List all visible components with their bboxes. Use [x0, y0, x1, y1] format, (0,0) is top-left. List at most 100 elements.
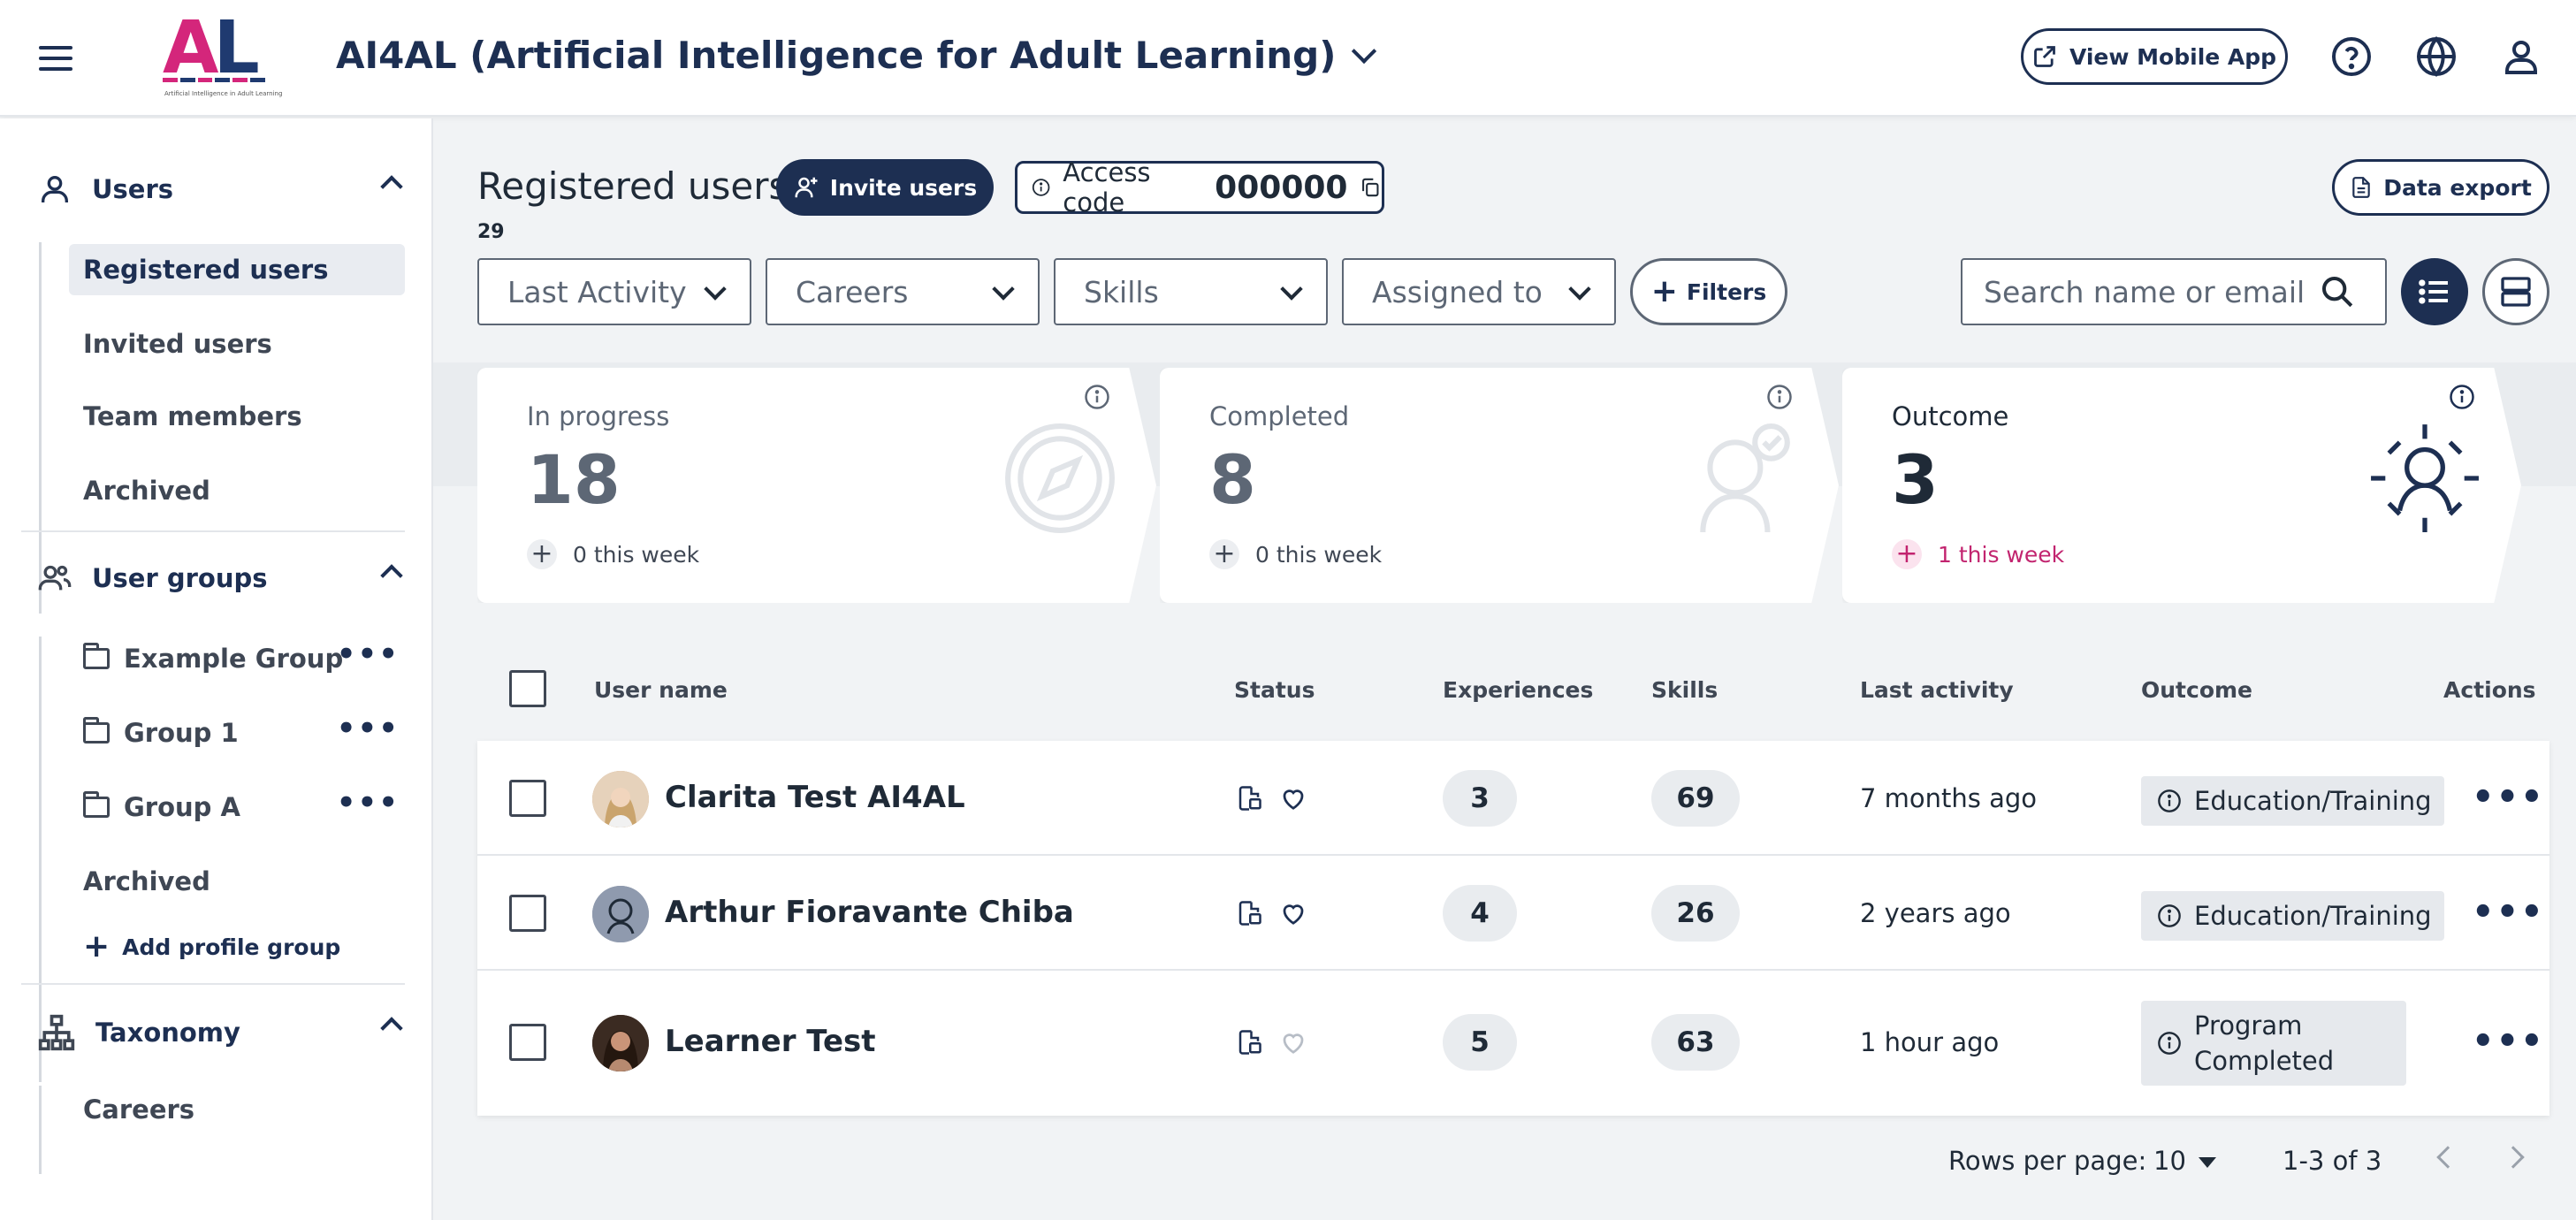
sidebar-section-users[interactable]: Users — [37, 172, 408, 207]
document-badge-icon — [1238, 786, 1261, 811]
assigned-to-select[interactable]: Assigned to — [1342, 258, 1616, 325]
organization-selector[interactable]: AI4AL (Artificial Intelligence for Adult… — [336, 34, 1377, 77]
last-activity-select[interactable]: Last Activity — [477, 258, 751, 325]
outcome-badge: Education/Training — [2141, 891, 2444, 941]
table-row[interactable]: Clarita Test AI4AL 3 69 7 months ago Edu… — [477, 741, 2549, 856]
list-view-button[interactable] — [2401, 258, 2468, 325]
column-header-skills[interactable]: Skills — [1651, 677, 1718, 703]
data-export-button[interactable]: Data export — [2332, 159, 2549, 216]
plus-icon: + — [1209, 539, 1239, 569]
previous-page-icon[interactable] — [2436, 1146, 2459, 1169]
column-header-last-activity[interactable]: Last activity — [1860, 677, 2014, 703]
row-actions-icon[interactable]: ••• — [2472, 895, 2545, 930]
heart-outline-icon — [1283, 1033, 1304, 1054]
sidebar-item-invited-users[interactable]: Invited users — [69, 318, 405, 370]
chevron-down-icon — [1568, 278, 1591, 301]
user-icon[interactable] — [2500, 35, 2542, 78]
chevron-up-icon — [380, 564, 403, 587]
search-icon[interactable] — [2320, 274, 2355, 309]
info-icon — [2158, 789, 2181, 812]
experiences-count: 4 — [1443, 885, 1517, 942]
avatar — [592, 771, 649, 827]
help-icon[interactable] — [2330, 35, 2373, 78]
skills-select[interactable]: Skills — [1054, 258, 1328, 325]
invite-users-button[interactable]: Invite users — [776, 159, 994, 216]
more-options-icon[interactable]: ••• — [337, 788, 400, 818]
more-options-icon[interactable]: ••• — [337, 713, 400, 743]
users-table: Clarita Test AI4AL 3 69 7 months ago Edu… — [477, 741, 2549, 1116]
add-user-icon — [795, 177, 818, 198]
last-activity: 1 hour ago — [1860, 1027, 2000, 1057]
table-row[interactable]: Learner Test 5 63 1 hour ago Program Com… — [477, 971, 2549, 1116]
view-mobile-app-button[interactable]: View Mobile App — [2021, 28, 2288, 85]
access-code-box: Access code 000000 — [1015, 157, 1384, 217]
select-all-checkbox[interactable] — [509, 670, 546, 707]
card-view-button[interactable] — [2482, 258, 2549, 325]
ai4al-logo[interactable]: AL Artificial Intelligence in Adult Lear… — [163, 12, 282, 101]
info-icon — [2158, 904, 2181, 927]
row-checkbox[interactable] — [509, 1024, 546, 1061]
stat-card-in-progress[interactable]: In progress 18 +0 this week — [477, 368, 1156, 603]
chevron-down-icon — [992, 278, 1015, 301]
stat-card-completed[interactable]: Completed 8 +0 this week — [1160, 368, 1839, 603]
experiences-count: 3 — [1443, 770, 1517, 827]
table-row[interactable]: Arthur Fioravante Chiba 4 26 2 years ago… — [477, 856, 2549, 971]
sidebar-section-taxonomy[interactable]: Taxonomy — [37, 1013, 408, 1052]
focus-person-icon — [2371, 424, 2479, 532]
row-checkbox[interactable] — [509, 780, 546, 817]
sidebar-item-archived-users[interactable]: Archived — [69, 465, 405, 516]
skills-count: 63 — [1651, 1014, 1740, 1071]
organization-title: AI4AL (Artificial Intelligence for Adult… — [336, 34, 1337, 77]
user-name[interactable]: Arthur Fioravante Chiba — [665, 895, 1074, 930]
top-bar: AL Artificial Intelligence in Adult Lear… — [0, 0, 2576, 117]
add-profile-group-button[interactable]: + Add profile group — [83, 931, 340, 963]
last-activity: 2 years ago — [1860, 898, 2011, 928]
document-badge-icon — [1238, 1030, 1261, 1055]
column-header-outcome[interactable]: Outcome — [2141, 677, 2252, 703]
chevron-down-icon — [704, 278, 727, 301]
experiences-count: 5 — [1443, 1014, 1517, 1071]
filters-button[interactable]: + Filters — [1630, 258, 1787, 325]
column-header-user-name[interactable]: User name — [594, 677, 728, 703]
sidebar: Users Registered users Invited users Tea… — [0, 118, 433, 1220]
row-checkbox[interactable] — [509, 895, 546, 932]
document-icon — [2352, 177, 2370, 198]
plus-icon: + — [527, 539, 557, 569]
user-name[interactable]: Learner Test — [665, 1024, 876, 1059]
chevron-up-icon — [380, 175, 403, 198]
sidebar-item-registered-users[interactable]: Registered users — [69, 244, 405, 295]
user-group-icon — [38, 565, 72, 591]
stat-card-outcome[interactable]: Outcome 3 +1 this week — [1842, 368, 2521, 603]
info-icon[interactable] — [1084, 384, 1110, 410]
user-name[interactable]: Clarita Test AI4AL — [665, 780, 965, 815]
column-header-status[interactable]: Status — [1234, 677, 1315, 703]
outcome-badge: Program Completed — [2141, 1001, 2406, 1086]
menu-icon[interactable] — [39, 41, 72, 76]
plus-icon: + — [1650, 273, 1678, 309]
sidebar-item-group-a[interactable]: Group A ••• — [69, 782, 405, 833]
chevron-down-icon — [1280, 278, 1303, 301]
row-actions-icon[interactable]: ••• — [2472, 1024, 2545, 1059]
sidebar-item-team-members[interactable]: Team members — [69, 391, 405, 442]
info-icon[interactable] — [2449, 384, 2475, 410]
search-box — [1961, 258, 2387, 325]
next-page-icon[interactable] — [2502, 1146, 2525, 1169]
search-input[interactable] — [1984, 274, 2320, 309]
sidebar-item-group-1[interactable]: Group 1 ••• — [69, 707, 405, 759]
info-icon[interactable] — [1766, 384, 1793, 410]
row-actions-icon[interactable]: ••• — [2472, 780, 2545, 815]
sidebar-section-user-groups[interactable]: User groups — [37, 560, 408, 596]
skills-count: 26 — [1651, 885, 1740, 942]
rows-per-page-select[interactable]: 10 — [2153, 1146, 2216, 1176]
sidebar-item-archived-groups[interactable]: Archived — [69, 856, 405, 907]
more-options-icon[interactable]: ••• — [337, 639, 400, 669]
hierarchy-icon — [38, 1014, 75, 1051]
sidebar-item-careers[interactable]: Careers — [69, 1084, 405, 1135]
sidebar-item-example-group[interactable]: Example Group ••• — [69, 633, 405, 684]
plus-icon: + — [1892, 539, 1922, 569]
column-header-experiences[interactable]: Experiences — [1443, 677, 1593, 703]
user-count: 29 — [477, 221, 505, 243]
globe-icon[interactable] — [2415, 35, 2458, 78]
careers-select[interactable]: Careers — [766, 258, 1040, 325]
copy-icon[interactable] — [1360, 174, 1382, 201]
